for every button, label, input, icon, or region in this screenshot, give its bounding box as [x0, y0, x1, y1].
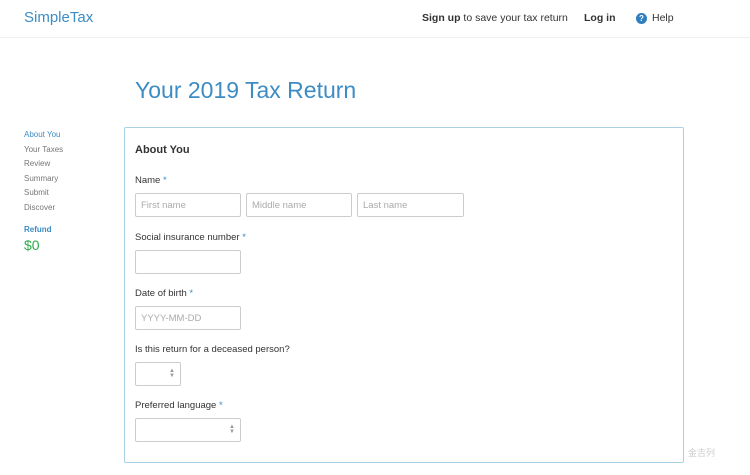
top-header: SimpleTax Sign up to save your tax retur…	[0, 0, 750, 38]
watermark-logo: 金吉列	[688, 448, 716, 458]
required-mark: *	[189, 288, 194, 299]
refund-label: Refund	[24, 225, 52, 234]
sin-input[interactable]	[135, 250, 241, 274]
select-arrows-icon: ▲ ▼	[229, 424, 235, 435]
sidebar-item-summary[interactable]: Summary	[24, 174, 63, 189]
name-label: Name *	[135, 175, 167, 186]
help-icon: ?	[636, 12, 647, 24]
sidebar-item-about-you[interactable]: About You	[24, 130, 63, 145]
sidebar-nav: About You Your Taxes Review Summary Subm…	[24, 130, 63, 217]
signup-bold-text: Sign up	[422, 12, 461, 24]
required-mark: *	[218, 400, 223, 411]
section-title: About You	[135, 144, 190, 156]
sidebar-item-review[interactable]: Review	[24, 159, 63, 174]
required-mark: *	[162, 175, 167, 186]
help-label: Help	[652, 12, 674, 24]
sidebar-item-your-taxes[interactable]: Your Taxes	[24, 145, 63, 160]
dob-input[interactable]	[135, 306, 241, 330]
deceased-label: Is this return for a deceased person?	[135, 344, 290, 355]
page-title: Your 2019 Tax Return	[135, 77, 357, 103]
login-link[interactable]: Log in	[584, 12, 616, 24]
deceased-select[interactable]: ▲ ▼	[135, 362, 181, 386]
dob-label: Date of birth *	[135, 288, 193, 299]
sidebar-item-submit[interactable]: Submit	[24, 188, 63, 203]
name-label-text: Name	[135, 175, 161, 186]
sin-label-text: Social insurance number	[135, 232, 240, 243]
sin-label: Social insurance number *	[135, 232, 246, 243]
last-name-input[interactable]	[357, 193, 464, 217]
simpletax-logo[interactable]: SimpleTax	[24, 9, 93, 26]
about-you-card: About You Name * Social insurance number…	[124, 127, 684, 463]
signup-link[interactable]: Sign up to save your tax return	[422, 12, 568, 24]
required-mark: *	[242, 232, 246, 243]
language-select[interactable]: ▲ ▼	[135, 418, 241, 442]
language-label-text: Preferred language	[135, 400, 217, 411]
first-name-input[interactable]	[135, 193, 241, 217]
select-arrows-icon: ▲ ▼	[169, 368, 175, 379]
middle-name-input[interactable]	[246, 193, 352, 217]
language-label: Preferred language *	[135, 400, 223, 411]
dob-label-text: Date of birth	[135, 288, 187, 299]
refund-value: $0	[24, 237, 40, 253]
help-link[interactable]: ? Help	[636, 12, 674, 24]
signup-rest-text: to save your tax return	[460, 12, 568, 24]
sidebar-item-discover[interactable]: Discover	[24, 203, 63, 218]
